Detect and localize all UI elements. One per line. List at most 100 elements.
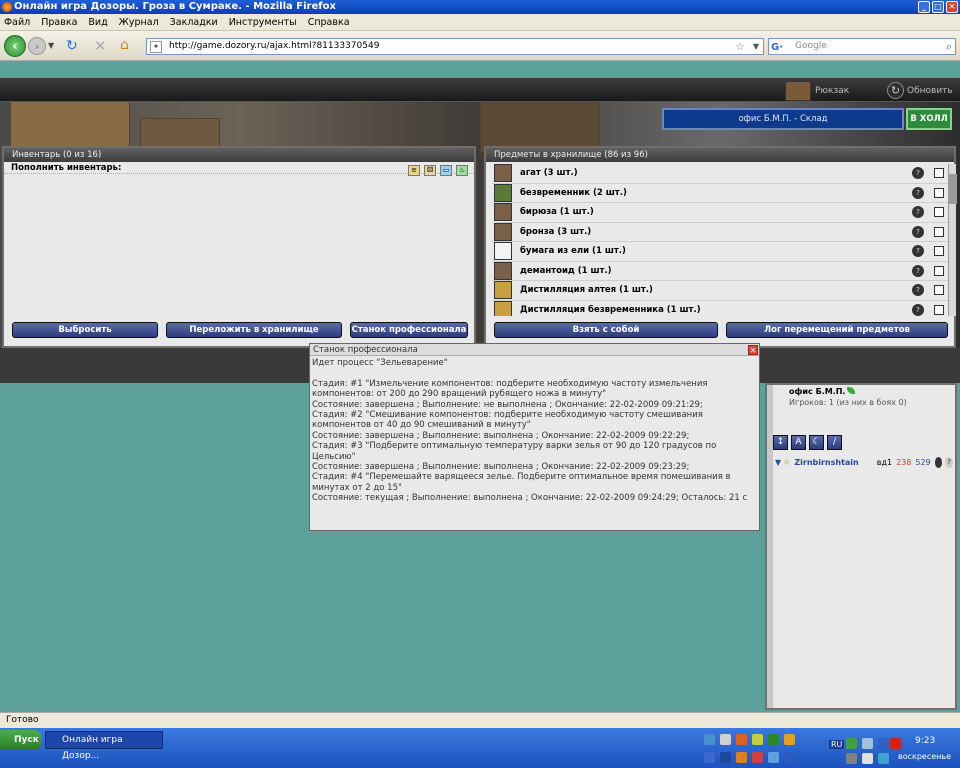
search-input[interactable]: G· Google ⌕ [768,38,956,55]
search-icon[interactable]: ⌕ [946,39,952,54]
move-to-storage-button[interactable]: Переложить в хранилище [166,322,342,338]
item-checkbox[interactable] [934,265,944,276]
tray-icon[interactable] [846,753,857,764]
item-checkbox[interactable] [934,207,944,217]
minimize-button[interactable]: _ [918,1,930,13]
item-checkbox[interactable] [934,168,944,178]
tray-icon[interactable] [784,734,795,745]
menu-history[interactable]: Журнал [119,17,159,28]
menu-edit[interactable]: Правка [41,17,77,28]
url-dropdown-icon[interactable]: ▼ [753,39,759,54]
storage-scrollbar[interactable] [948,164,957,316]
tray-icon[interactable] [878,738,889,749]
tray-icon[interactable] [736,734,747,745]
info-icon[interactable]: ? [912,264,924,277]
language-indicator[interactable]: RU [829,740,845,749]
history-dropdown-icon[interactable]: ▼ [48,41,54,50]
item-movement-log-button[interactable]: Лог перемещений предметов [726,322,948,338]
storage-list: агат (3 шт.)? безвременник (2 шт.)? бирю… [492,164,948,316]
tray-icon[interactable] [752,752,763,763]
info-icon[interactable]: ? [912,245,924,257]
item-name: бронза (3 шт.) [520,226,592,237]
tray-icon[interactable] [784,752,795,763]
tray-icon[interactable] [704,734,715,745]
forward-button[interactable]: › [28,37,46,55]
list-item[interactable]: демантоид (1 шт.)? [492,261,948,281]
stop-icon[interactable]: ✕ [94,37,107,55]
tray-icon[interactable] [752,734,763,745]
info-icon[interactable]: ? [912,303,924,316]
home-icon[interactable]: ⌂ [120,37,129,53]
reload-icon[interactable]: ↻ [66,38,78,54]
refresh-button[interactable]: ↻ Обновить [885,80,957,102]
info-icon[interactable] [934,456,943,468]
tray-icon[interactable] [768,734,779,745]
list-item[interactable]: бирюза (1 шт.)? [492,203,948,223]
info-icon[interactable]: ? [912,225,924,238]
moon-icon[interactable]: ☾ [809,435,824,450]
players-scrollbar[interactable] [767,385,773,708]
rucksack-button[interactable]: Рюкзак [783,80,853,102]
maximize-button[interactable]: □ [932,1,944,13]
drop-button[interactable]: Выбросить [12,322,158,338]
rucksack-label: Рюкзак [815,86,850,96]
tray-icon[interactable] [862,738,873,749]
rucksack-icon [785,81,811,101]
tray-icon[interactable] [704,752,715,763]
item-checkbox[interactable] [934,226,944,237]
taskbar-item-firefox[interactable]: Онлайн игра Дозор... [45,731,163,761]
info-icon[interactable]: ? [912,186,924,199]
tray-icon[interactable] [720,752,731,763]
menu-bookmarks[interactable]: Закладки [170,17,218,28]
info-icon[interactable]: ? [912,284,924,296]
sort-icon[interactable]: ↕ [773,435,788,450]
book-icon[interactable]: ▭ [440,165,452,176]
start-button[interactable]: Пуск [0,730,42,750]
take-with-you-button[interactable]: Взять с собой [494,322,718,338]
hall-button[interactable]: В ХОЛЛ [906,108,952,130]
list-item[interactable]: Дистилляция безвременника (1 шт.)? [492,300,948,316]
potion-icon[interactable]: ♨ [456,165,468,176]
url-field[interactable]: ✦ http://game.dozory.ru/ajax.html?811333… [146,38,764,55]
info-icon[interactable]: ? [912,206,924,218]
tray-icon[interactable] [720,734,731,745]
item-checkbox[interactable] [934,246,944,256]
help-icon[interactable]: ? [945,456,953,468]
stage-line: Стадия: #2 "Смешивание компонентов: подб… [312,410,703,431]
tray-icon[interactable] [736,752,747,763]
list-item[interactable]: бронза (3 шт.)? [492,222,948,242]
inventory-refill-label: Пополнить инвентарь: [4,162,474,174]
close-button[interactable]: ✕ [946,1,958,13]
player-nick[interactable]: Zirnbirnshtain [794,458,858,467]
list-item[interactable]: Дистилляция алтея (1 шт.)? [492,281,948,301]
tray-icon[interactable] [846,738,857,749]
dice-icon[interactable]: ⚄ [424,165,436,176]
bookmark-star-icon[interactable]: ☆ [735,39,745,54]
menu-tools[interactable]: Инструменты [229,17,297,28]
item-name: безвременник (2 шт.) [520,187,627,198]
info-icon[interactable]: ? [912,167,924,179]
window-title-bar: Онлайн игра Дозоры. Гроза в Сумраке. - M… [0,0,960,14]
dialog-close-icon[interactable]: ✕ [748,345,758,355]
players-panel: офис Б.М.П. Игроков: 1 (из них в боях 0)… [765,383,957,710]
back-button[interactable]: ‹ [4,35,26,57]
tray-icon[interactable] [890,738,901,749]
item-checkbox[interactable] [934,187,944,198]
tray-icon[interactable] [862,753,873,764]
tray-icon[interactable] [768,752,779,763]
player-row[interactable]: ▼ ☼ Zirnbirnshtain вд1 238 529 ? [775,456,953,468]
list-item[interactable]: агат (3 шт.)? [492,164,948,184]
menu-file[interactable]: Файл [4,17,30,28]
tray-icon[interactable] [878,753,889,764]
filter-az-icon[interactable]: A [791,435,806,450]
pro-workbench-button[interactable]: Станок профессионала [350,322,468,338]
scroll-icon[interactable]: ≡ [408,165,420,176]
status-bar: Готово [0,712,960,728]
menu-help[interactable]: Справка [308,17,350,28]
menu-view[interactable]: Вид [88,17,107,28]
list-item[interactable]: безвременник (2 шт.)? [492,183,948,203]
item-checkbox[interactable] [934,304,944,315]
item-checkbox[interactable] [934,285,944,295]
list-item[interactable]: бумага из ели (1 шт.)? [492,242,948,262]
sword-icon[interactable]: / [827,435,842,450]
